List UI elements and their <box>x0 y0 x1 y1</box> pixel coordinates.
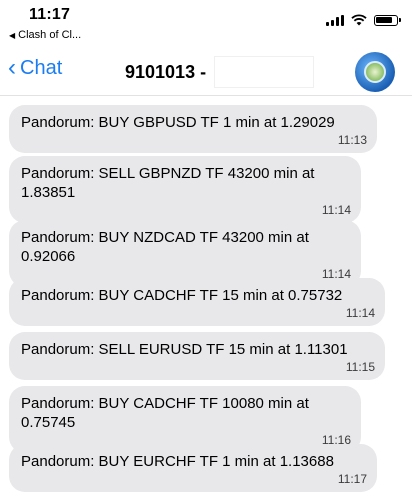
message-text: Pandorum: SELL GBPNZD TF 43200 min at 1.… <box>21 165 315 201</box>
message-list[interactable]: Pandorum: BUY GBPUSD TF 1 min at 1.29029… <box>0 97 412 499</box>
back-triangle-icon: ◀ <box>9 30 16 40</box>
message-text: Pandorum: BUY GBPUSD TF 1 min at 1.29029 <box>21 114 335 131</box>
message-time: 11:15 <box>345 360 375 374</box>
message-text: Pandorum: BUY NZDCAD TF 43200 min at 0.9… <box>21 229 309 265</box>
status-icons <box>326 14 401 26</box>
avatar-icon[interactable] <box>355 52 395 92</box>
chevron-left-icon: ‹ <box>8 54 16 81</box>
redacted-area <box>214 56 314 88</box>
wifi-icon <box>351 14 367 26</box>
back-button-label: Chat <box>20 56 63 79</box>
message-bubble: Pandorum: SELL GBPNZD TF 43200 min at 1.… <box>9 156 361 223</box>
message-time: 11:17 <box>337 472 367 486</box>
battery-icon <box>374 14 401 26</box>
message-text: Pandorum: BUY CADCHF TF 15 min at 0.7573… <box>21 287 343 304</box>
message-bubble: Pandorum: BUY CADCHF TF 10080 min at 0.7… <box>9 386 361 453</box>
message-bubble: Pandorum: BUY NZDCAD TF 43200 min at 0.9… <box>9 220 361 287</box>
message-time: 11:14 <box>345 306 375 320</box>
message-bubble: Pandorum: BUY EURCHF TF 1 min at 1.13688… <box>9 444 377 492</box>
message-time: 11:14 <box>321 203 351 217</box>
status-bar: 11:17 ◀ Clash of Cl... <box>0 0 412 46</box>
message-time: 11:13 <box>337 133 367 147</box>
message-bubble: Pandorum: SELL EURUSD TF 15 min at 1.113… <box>9 332 385 380</box>
message-text: Pandorum: BUY CADCHF TF 10080 min at 0.7… <box>21 395 309 431</box>
signal-icon <box>326 14 344 26</box>
message-bubble: Pandorum: BUY CADCHF TF 15 min at 0.7573… <box>9 278 385 326</box>
nav-bar: ‹ Chat 9101013 - <box>0 46 412 96</box>
message-text: Pandorum: BUY EURCHF TF 1 min at 1.13688 <box>21 453 334 470</box>
status-time: 11:17 <box>29 6 71 23</box>
chat-title: 9101013 - <box>125 62 207 82</box>
message-bubble: Pandorum: BUY GBPUSD TF 1 min at 1.29029… <box>9 105 377 153</box>
back-to-app-label: Clash of Cl... <box>18 29 82 41</box>
back-button[interactable]: ‹ Chat <box>8 56 62 80</box>
back-to-app-link[interactable]: ◀ Clash of Cl... <box>9 29 81 41</box>
message-text: Pandorum: SELL EURUSD TF 15 min at 1.113… <box>21 341 348 358</box>
